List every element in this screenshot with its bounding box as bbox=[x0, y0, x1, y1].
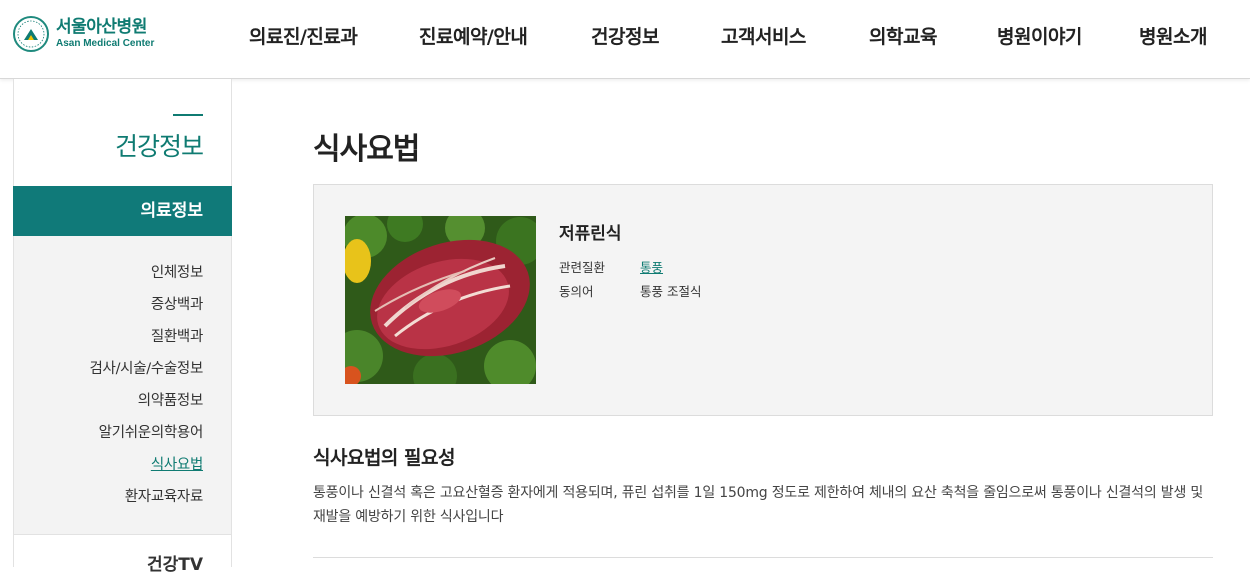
nav-health-info[interactable]: 건강정보 bbox=[591, 22, 659, 49]
sidebar-item-symptoms[interactable]: 증상백과 bbox=[90, 295, 203, 327]
sidebar-menu: 인체정보 증상백과 질환백과 검사/시술/수술정보 의약품정보 알기쉬운의학용어… bbox=[90, 263, 204, 519]
sidebar-item-medical-terms[interactable]: 알기쉬운의학용어 bbox=[90, 423, 204, 455]
sidebar-item-diet-therapy[interactable]: 식사요법 bbox=[90, 455, 203, 487]
diet-name: 저퓨린식 bbox=[559, 224, 622, 244]
section-body: 통풍이나 신결석 혹은 고요산혈증 환자에게 적용되며, 퓨린 섭취를 1일 1… bbox=[313, 485, 1204, 525]
related-disease-link[interactable]: 통풍 bbox=[640, 260, 663, 275]
page-title: 식사요법 bbox=[313, 132, 420, 167]
sidebar-header: 건강정보 bbox=[14, 79, 231, 186]
sidebar-title-accent bbox=[173, 114, 203, 116]
sidebar-item-patient-education[interactable]: 환자교육자료 bbox=[90, 487, 204, 519]
sidebar-health-tv-label: 건강TV bbox=[146, 555, 203, 575]
logo-name-en: Asan Medical Center bbox=[56, 38, 155, 49]
nav-hospital-stories[interactable]: 병원이야기 bbox=[997, 22, 1082, 49]
sidebar-item-body-info[interactable]: 인체정보 bbox=[90, 263, 203, 295]
section-title: 식사요법의 필요성 bbox=[313, 447, 455, 469]
hospital-logo[interactable]: 서울아산병원 Asan Medical Center bbox=[13, 14, 154, 54]
sidebar-item-medicines[interactable]: 의약품정보 bbox=[90, 391, 204, 423]
nav-about-hospital[interactable]: 병원소개 bbox=[1139, 22, 1207, 49]
nav-customer-service[interactable]: 고객서비스 bbox=[721, 22, 806, 49]
sidebar-section-medical-info[interactable]: 의료정보 bbox=[13, 186, 232, 236]
nav-medical-education[interactable]: 의학교육 bbox=[869, 22, 937, 49]
diet-summary-box: 저퓨린식 관련질환 통풍 동의어 통풍 조절식 bbox=[313, 184, 1213, 416]
hospital-emblem-icon bbox=[13, 16, 49, 52]
related-disease-row: 관련질환 통풍 bbox=[559, 257, 663, 276]
sidebar: 건강정보 의료정보 인체정보 증상백과 질환백과 검사/시술/수술정보 의약품정… bbox=[13, 79, 232, 575]
nav-appointment-guide[interactable]: 진료예약/안내 bbox=[419, 22, 528, 49]
diet-food-image bbox=[345, 216, 536, 384]
sidebar-section-health-tv[interactable]: 건강TV bbox=[14, 534, 231, 575]
related-disease-label: 관련질환 bbox=[559, 260, 606, 275]
synonym-label: 동의어 bbox=[559, 284, 594, 299]
sidebar-item-diseases[interactable]: 질환백과 bbox=[90, 327, 203, 359]
site-header: 서울아산병원 Asan Medical Center 의료진/진료과 진료예약/… bbox=[0, 0, 1250, 79]
synonym-row: 동의어 통풍 조절식 bbox=[559, 281, 701, 300]
nav-doctors-departments[interactable]: 의료진/진료과 bbox=[249, 22, 358, 49]
sidebar-title: 건강정보 bbox=[114, 132, 204, 161]
content-divider bbox=[313, 557, 1213, 558]
logo-name-ko: 서울아산병원 bbox=[56, 17, 147, 37]
synonym-value: 통풍 조절식 bbox=[640, 284, 702, 299]
sidebar-item-procedures[interactable]: 검사/시술/수술정보 bbox=[90, 359, 204, 391]
